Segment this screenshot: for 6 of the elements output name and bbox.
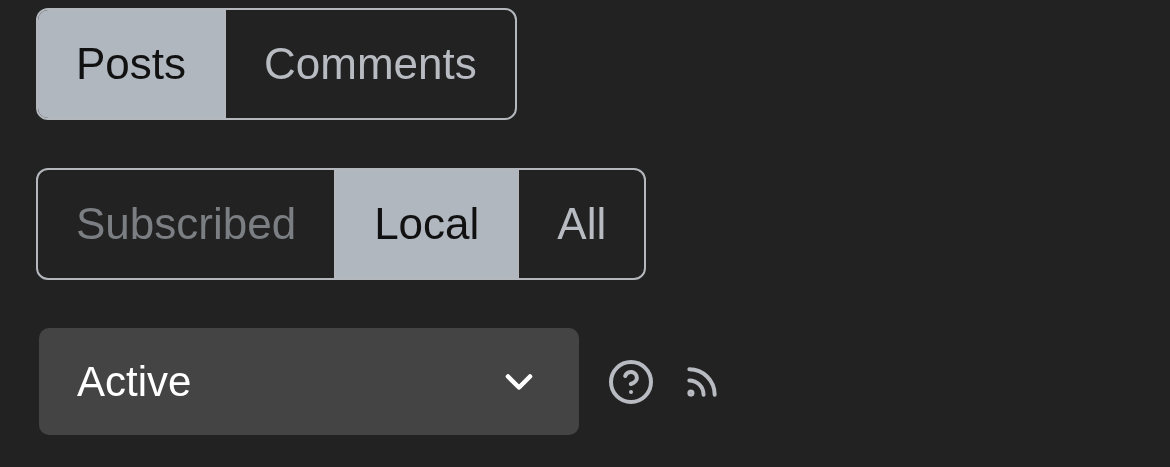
tab[interactable]: All [517, 170, 645, 278]
tab[interactable]: Comments [224, 10, 515, 118]
help-icon[interactable] [607, 357, 655, 406]
tab[interactable]: Local [334, 170, 518, 278]
sort-dropdown[interactable]: Active [39, 328, 579, 435]
tab[interactable]: Posts [38, 10, 225, 118]
